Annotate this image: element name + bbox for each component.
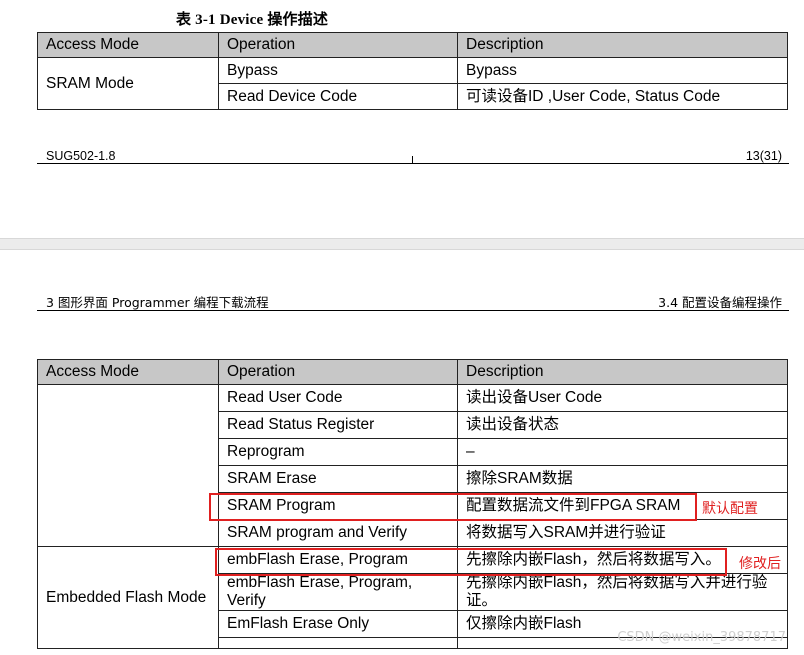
footer-page-number: 13(31) <box>745 149 782 163</box>
description-cell: Bypass <box>457 57 788 84</box>
table-header-row: Access Mode Operation Description <box>37 359 788 385</box>
description-cell: 将数据写入SRAM并进行验证 <box>457 519 788 547</box>
modified-note: 修改后 <box>739 556 781 572</box>
page-header-section: 3.4 配置设备编程操作 <box>658 295 782 310</box>
operation-cell: SRAM program and Verify <box>218 519 458 547</box>
access-mode-cell: Embedded Flash Mode <box>37 546 219 649</box>
operation-cell: Read Device Code <box>218 83 458 110</box>
footer-rule <box>37 163 789 164</box>
table-row: SRAM Mode Bypass Bypass <box>37 57 788 110</box>
header-description: Description <box>457 32 788 58</box>
page-header-chapter: 3 图形界面 Programmer 编程下载流程 <box>46 295 269 310</box>
header-operation: Operation <box>218 32 458 58</box>
footer-doc-id: SUG502-1.8 <box>46 149 116 163</box>
sram-program-highlight-box <box>209 493 697 521</box>
header-description: Description <box>457 359 788 385</box>
operation-cell: SRAM Erase <box>218 465 458 493</box>
operation-cell: Reprogram <box>218 438 458 466</box>
description-cell: 先擦除内嵌Flash，然后将数据写入并进行验证。 <box>457 573 788 611</box>
description-cell: 读出设备User Code <box>457 384 788 412</box>
default-config-note: 默认配置 <box>702 501 758 517</box>
operation-cell: embFlash Erase, Program, Verify <box>218 573 458 611</box>
device-operation-table-1: Access Mode Operation Description SRAM M… <box>37 32 788 110</box>
operation-cell: Read Status Register <box>218 411 458 439</box>
description-cell: 读出设备状态 <box>457 411 788 439</box>
table-row: Read User Code 读出设备User Code <box>37 384 788 547</box>
embflash-program-highlight-box <box>215 548 727 576</box>
table-caption: 表 3-1 Device 操作描述 <box>176 12 329 28</box>
footer-divider-tick <box>412 156 413 164</box>
description-cell: – <box>457 438 788 466</box>
access-mode-cell <box>37 384 219 547</box>
operation-cell: EmFlash Erase Only <box>218 610 458 638</box>
watermark-text: CSDN @weixin_39878717 <box>617 630 786 645</box>
description-cell: 擦除SRAM数据 <box>457 465 788 493</box>
page-separator <box>0 238 804 250</box>
operation-cell: Read User Code <box>218 384 458 412</box>
table-header-row: Access Mode Operation Description <box>37 32 788 58</box>
header-access-mode: Access Mode <box>37 359 219 385</box>
operation-cell <box>218 637 458 649</box>
operation-cell: Bypass <box>218 57 458 84</box>
header-access-mode: Access Mode <box>37 32 219 58</box>
header-rule <box>37 310 789 311</box>
access-mode-cell: SRAM Mode <box>37 57 219 110</box>
header-operation: Operation <box>218 359 458 385</box>
description-cell: 可读设备ID ,User Code, Status Code <box>457 83 788 110</box>
